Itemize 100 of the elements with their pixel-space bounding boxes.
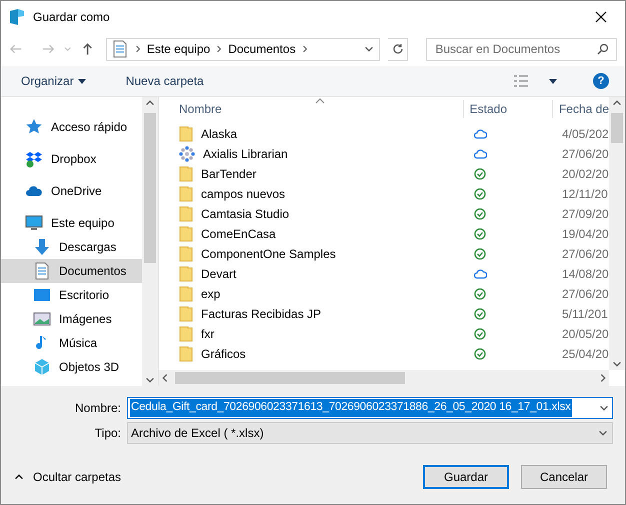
scrollbar-thumb[interactable]: [144, 113, 156, 263]
caret-icon: [78, 78, 86, 84]
filename-text: Cedula_Gift_card_7026906023371613_7026906023371886_26_05_2020 16_17_01.xlsx: [130, 399, 572, 417]
date-cell-text: 20/02/20: [561, 166, 609, 183]
document-icon: [110, 40, 129, 58]
sidebar-item[interactable]: Acceso rápido: [1, 115, 142, 139]
folder-icon: [179, 166, 193, 182]
column-header[interactable]: Nombre: [159, 100, 464, 118]
date-cell-text: 27/06/20: [561, 286, 609, 303]
star-icon: [25, 118, 43, 136]
folder-icon: [179, 126, 193, 142]
file-row[interactable]: Axialis Librarian 27/06/20: [159, 144, 609, 164]
folder-icon: [179, 186, 193, 202]
back-arrow-icon[interactable]: [9, 42, 22, 56]
hide-folders-button[interactable]: Ocultar carpetas: [13, 468, 122, 486]
date-cell-text: 27/09/20: [561, 206, 609, 223]
sidebar-item[interactable]: Música: [1, 331, 142, 355]
folder-icon: [179, 206, 193, 222]
new-folder-button[interactable]: Nueva carpeta: [122, 72, 208, 90]
filetype-dropdown[interactable]: Archivo de Excel ( *.xlsx): [127, 422, 613, 444]
file-row[interactable]: Gráficos 25/04/20: [159, 344, 609, 364]
file-name: Facturas Recibidas JP: [201, 306, 322, 323]
file-row[interactable]: ComponentOne Samples 27/06/20: [159, 244, 609, 264]
file-name: BarTender: [201, 166, 256, 183]
picture-icon: [33, 310, 51, 328]
date-cell-text: 25/04/20: [561, 346, 609, 363]
horizontal-scrollbar[interactable]: [159, 370, 609, 386]
up-arrow-icon[interactable]: [80, 42, 94, 56]
caret-icon[interactable]: [549, 78, 557, 84]
cube-icon: [33, 358, 51, 376]
file-name: exp: [201, 286, 220, 303]
sidebar-item[interactable]: Imágenes: [1, 307, 142, 331]
column-header[interactable]: Fecha de: [552, 100, 609, 118]
date-cell-text: 14/08/20: [561, 266, 609, 283]
breadcrumb-item[interactable]: Documentos: [228, 40, 296, 58]
desktop-icon: [33, 286, 51, 304]
sidebar-item[interactable]: Dropbox: [1, 147, 142, 171]
file-row[interactable]: fxr 20/05/20: [159, 324, 609, 344]
file-name: Camtasia Studio: [201, 206, 290, 223]
monitor-icon: [25, 214, 43, 232]
dropbox-icon: [25, 150, 43, 168]
file-name: fxr: [201, 326, 214, 343]
search-field[interactable]: Buscar en Documentos: [426, 38, 617, 60]
document-icon: [33, 262, 51, 280]
column-header[interactable]: Estado: [464, 100, 553, 118]
date-cell-text: 19/04/20: [561, 226, 609, 243]
date-cell-text: 27/06/20: [561, 146, 609, 163]
file-name: Alaska: [201, 126, 238, 143]
scrollbar-thumb[interactable]: [611, 113, 623, 143]
close-icon: [595, 10, 607, 22]
filename-field[interactable]: Cedula_Gift_card_7026906023371613_7026906023371886_26_05_2020 16_17_01.xlsx: [127, 397, 613, 419]
refresh-button[interactable]: [388, 38, 408, 60]
date-cell-text: 4/05/202: [561, 126, 609, 143]
app-logo-icon: [9, 8, 25, 26]
file-row[interactable]: Devart 14/08/20: [159, 264, 609, 284]
file-name: Gráficos: [201, 346, 246, 363]
file-name: Axialis Librarian: [203, 146, 288, 163]
refresh-icon: [392, 43, 404, 55]
address-bar[interactable]: Este equipo Documentos: [106, 38, 380, 60]
organize-button[interactable]: Organizar: [17, 72, 90, 90]
file-row[interactable]: exp 27/06/20: [159, 284, 609, 304]
sidebar-item[interactable]: Documentos: [1, 259, 142, 283]
file-row[interactable]: Camtasia Studio 27/09/20: [159, 204, 609, 224]
field-label: Tipo:: [94, 425, 122, 442]
date-cell-text: 27/06/20: [561, 246, 609, 263]
file-row[interactable]: Facturas Recibidas JP 5/11/201: [159, 304, 609, 324]
folder-icon: [179, 266, 193, 282]
sidebar-item[interactable]: Este equipo: [1, 211, 142, 235]
search-icon: [596, 42, 609, 54]
sidebar-item[interactable]: Descargas: [1, 235, 142, 259]
sidebar-item[interactable]: OneDrive: [1, 179, 142, 203]
window-title: Guardar como: [33, 8, 110, 26]
sidebar-item[interactable]: Objetos 3D: [1, 355, 142, 379]
file-row[interactable]: campos nuevos 12/11/20: [159, 184, 609, 204]
folder-icon: [179, 346, 193, 362]
file-name: ComponentOne Samples: [201, 246, 336, 263]
folder-icon: [179, 226, 193, 242]
file-row[interactable]: Alaska 4/05/202: [159, 124, 609, 144]
file-name: ComeEnCasa: [201, 226, 276, 243]
save-button[interactable]: Guardar: [423, 465, 509, 489]
breadcrumb-item[interactable]: Este equipo: [146, 40, 210, 58]
vertical-scrollbar[interactable]: [609, 97, 625, 370]
file-name: campos nuevos: [201, 186, 286, 203]
sort-caret-icon: [315, 98, 325, 104]
file-name: Devart: [201, 266, 236, 283]
down-arrow-icon: [33, 238, 51, 256]
forward-arrow-icon[interactable]: [42, 42, 56, 56]
folder-icon: [179, 286, 193, 302]
field-label: Nombre:: [74, 400, 122, 417]
date-cell-text: 20/05/20: [561, 326, 609, 343]
view-list-icon[interactable]: [513, 74, 529, 88]
file-row[interactable]: BarTender 20/02/20: [159, 164, 609, 184]
folder-icon: [179, 326, 193, 342]
sidebar-item[interactable]: Escritorio: [1, 283, 142, 307]
vertical-scrollbar[interactable]: [142, 97, 158, 386]
cancel-button[interactable]: Cancelar: [521, 465, 607, 489]
date-cell-text: 12/11/20: [561, 186, 608, 203]
file-row[interactable]: ComeEnCasa 19/04/20: [159, 224, 609, 244]
scrollbar-thumb[interactable]: [175, 372, 405, 384]
help-button[interactable]: ?: [593, 73, 609, 89]
